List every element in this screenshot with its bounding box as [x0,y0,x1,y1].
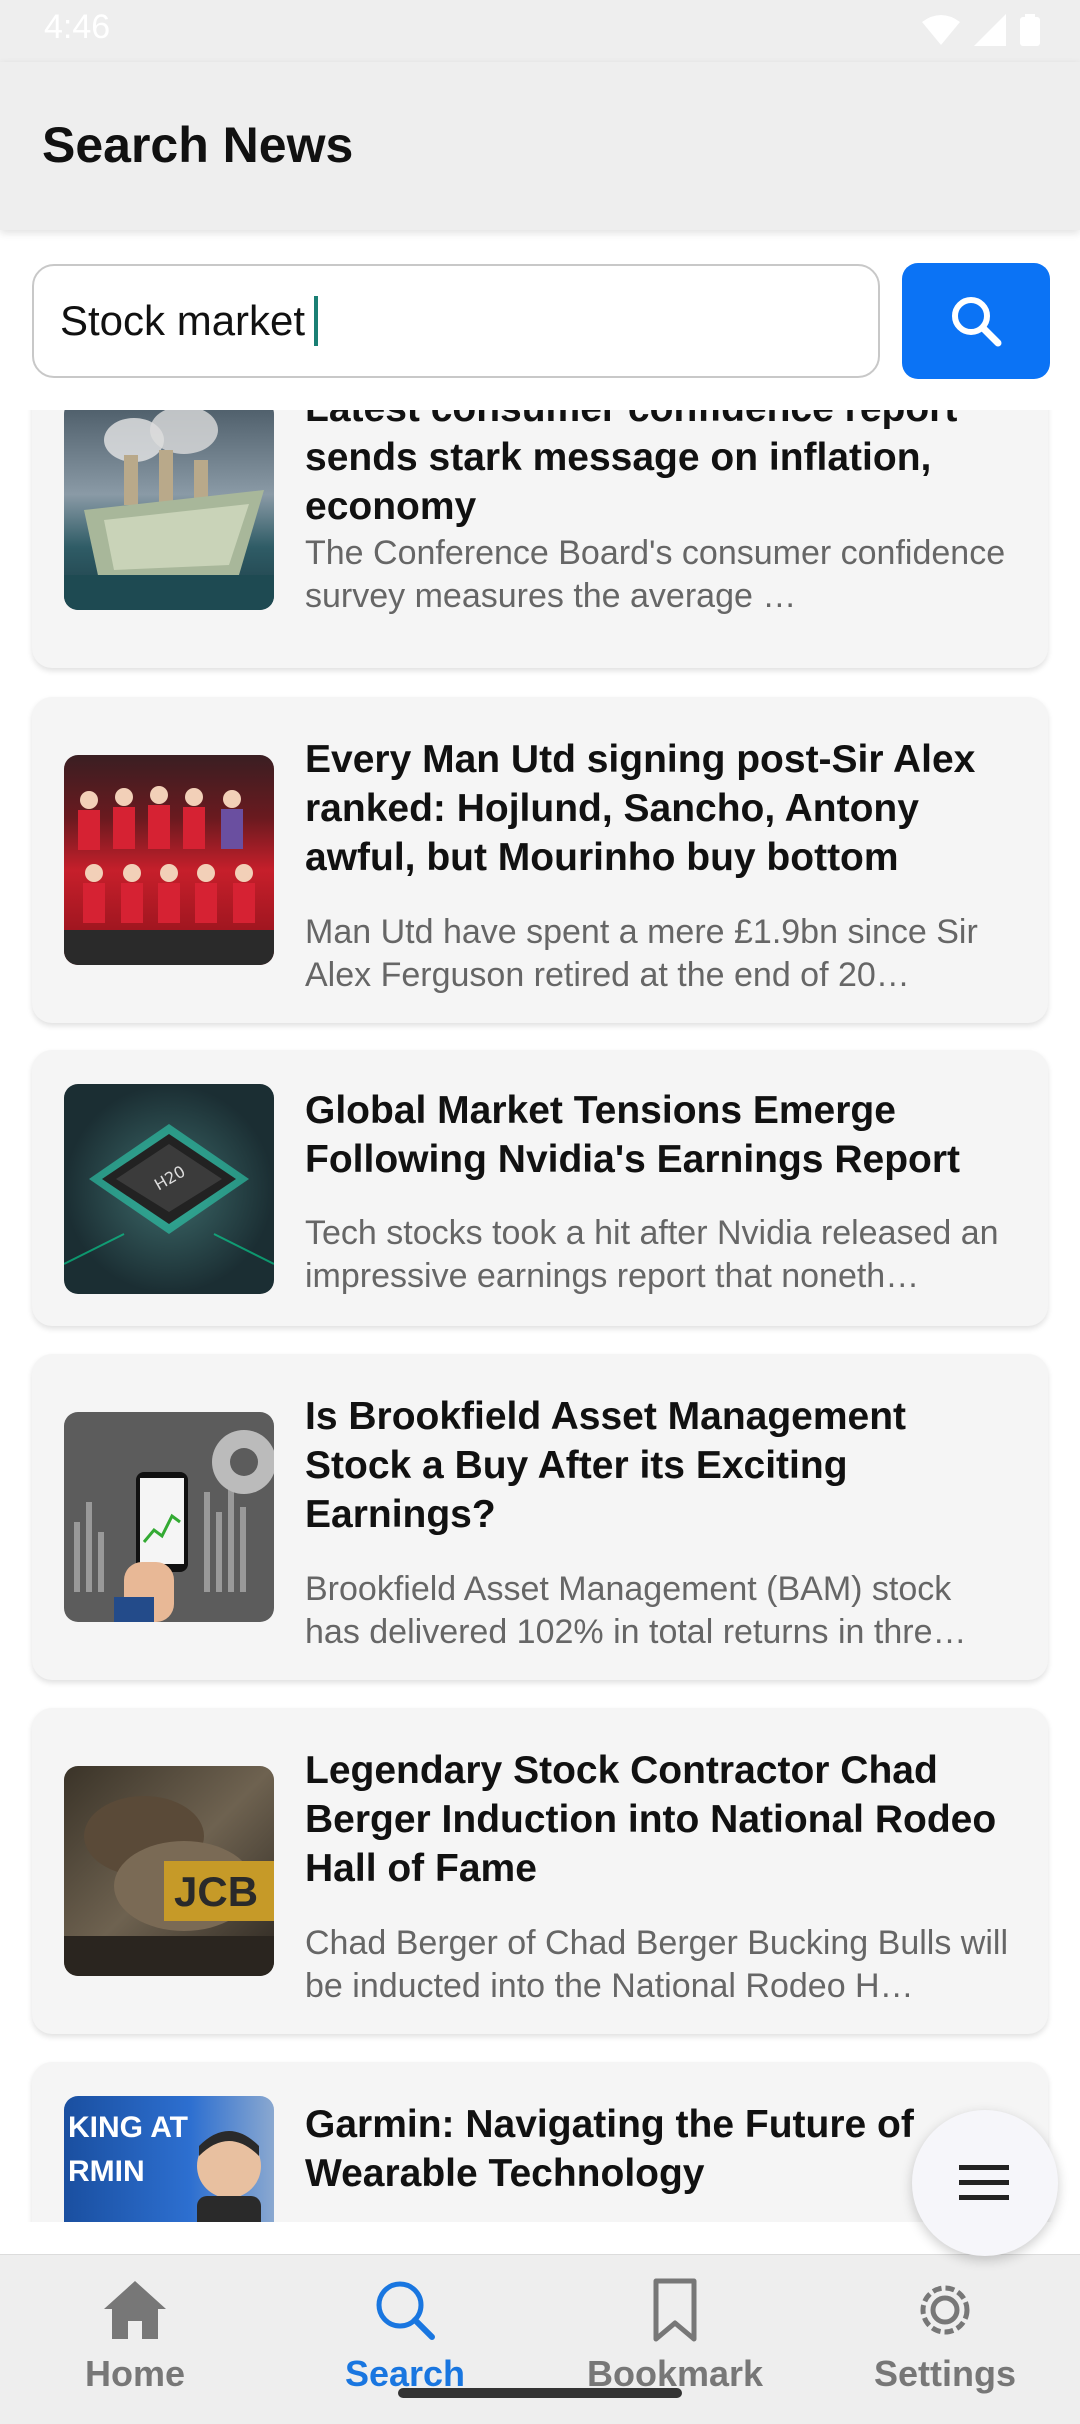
search-button[interactable] [902,263,1050,379]
news-title: Garmin: Navigating the Future of Wearabl… [305,2103,914,2195]
news-title: Is Brookfield Asset Management Stock a B… [305,1395,907,1536]
svg-text:JCB: JCB [174,1868,258,1915]
bottom-navigation: Home Search Bookmark Settings [0,2254,1080,2424]
news-card[interactable]: Every Man Utd signing post-Sir Alex rank… [32,697,1048,1023]
chip-image: H20 [64,1124,274,1265]
nav-item-bookmark[interactable]: Bookmark [540,2255,810,2424]
nav-item-settings[interactable]: Settings [810,2255,1080,2424]
news-thumbnail [64,755,274,965]
news-thumbnail [64,1412,274,1622]
news-title: Global Market Tensions Emerge Following … [305,1089,961,1181]
news-description: Man Utd have spent a mere £1.9bn since S… [305,913,978,994]
search-bar [0,230,1080,410]
news-card[interactable]: KING AT RMIN Garmin: Navigating the Futu… [32,2062,1048,2222]
wifi-icon [922,15,960,45]
settings-icon [920,2285,970,2335]
stock-phone-image [74,1430,274,1622]
nav-item-search[interactable]: Search [270,2255,540,2424]
signal-icon [974,14,1006,46]
status-time: 4:46 [44,8,111,46]
news-description: Tech stocks took a hit after Nvidia rele… [305,1214,999,1295]
rodeo-image: JCB [64,1796,274,1976]
news-thumbnail: H20 [64,1084,274,1294]
news-description: Brookfield Asset Management (BAM) stock … [305,1570,967,1651]
news-card[interactable]: Is Brookfield Asset Management Stock a B… [32,1354,1048,1680]
page-title: Search News [42,117,354,173]
news-description: Chad Berger of Chad Berger Bucking Bulls… [305,1924,1009,2005]
news-card[interactable]: Latest consumer confidence report sends … [32,410,1048,668]
search-icon [376,2281,435,2340]
search-icon [952,297,1002,347]
news-thumbnail: KING AT RMIN [64,2096,274,2222]
text-caret [314,296,318,346]
news-thumbnail: JCB [64,1766,274,1976]
app-bar: Search News [0,62,1080,230]
search-input[interactable] [32,264,880,378]
nav-label-home: Home [84,2353,186,2394]
home-indicator[interactable] [398,2388,682,2398]
home-icon [104,2281,166,2339]
status-icons [922,14,1040,46]
menu-fab[interactable] [912,2110,1058,2256]
news-card[interactable]: JCB Legendary Stock Contractor Chad Berg… [32,1708,1048,2034]
football-team-image [64,786,274,965]
bookmark-icon [653,2278,697,2342]
news-title: Every Man Utd signing post-Sir Alex rank… [305,738,976,879]
nav-item-home[interactable]: Home [0,2255,270,2424]
menu-icon [959,2165,1009,2200]
news-description: The Conference Board's consumer confiden… [305,534,1006,615]
status-bar: 4:46 [0,0,1080,62]
news-card[interactable]: H20 Global Market Tensions Emerge Follow… [32,1050,1048,1326]
news-thumbnail [64,410,274,610]
garmin-thumb-text: KING AT RMIN [68,2111,188,2188]
battery-icon [1020,14,1040,46]
news-list: Latest consumer confidence report sends … [0,410,1080,2222]
news-title: Legendary Stock Contractor Chad Berger I… [305,1749,997,1890]
dollar-ship-image [64,410,274,610]
news-title: Latest consumer confidence report sends … [305,410,957,528]
nav-label-settings: Settings [873,2353,1016,2394]
